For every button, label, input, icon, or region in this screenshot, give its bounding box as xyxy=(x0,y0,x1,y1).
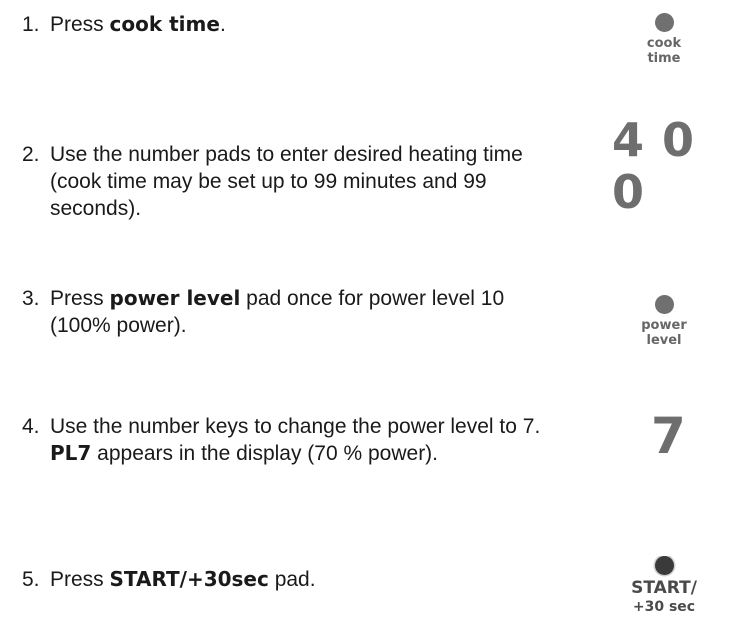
time-display: 4 0 0 xyxy=(612,113,696,219)
power-level-pad[interactable]: power level xyxy=(614,295,714,348)
step-keyword: START/+30sec xyxy=(109,567,269,591)
step-number: 1. xyxy=(22,13,40,36)
step-keyword: cook time xyxy=(109,12,220,36)
pad-dot-icon xyxy=(654,556,674,575)
power-display: 7 xyxy=(651,407,686,465)
step-text: Press START/+30sec pad. xyxy=(50,567,316,591)
step-text: Use the number pads to enter desired hea… xyxy=(50,143,523,220)
step-number: 3. xyxy=(22,287,40,310)
pad-label: START/+30 sec xyxy=(631,578,697,615)
step-keyword: PL7 xyxy=(50,441,92,465)
step-keyword: power level xyxy=(109,286,241,310)
pad-dot-icon xyxy=(654,295,674,314)
step-text: Press cook time. xyxy=(50,12,226,36)
cook-time-pad[interactable]: cook time xyxy=(614,13,714,66)
step-text: Use the number keys to change the power … xyxy=(50,415,541,465)
pad-dot-icon xyxy=(654,13,674,32)
pad-label: cook time xyxy=(646,36,682,66)
step-number: 5. xyxy=(22,568,40,591)
pad-label: power level xyxy=(641,318,687,348)
start-pad[interactable]: START/+30 sec xyxy=(614,556,714,620)
step-text: Press power level pad once for power lev… xyxy=(50,286,505,337)
step-number: 2. xyxy=(22,143,40,166)
step-number: 4. xyxy=(22,415,40,438)
